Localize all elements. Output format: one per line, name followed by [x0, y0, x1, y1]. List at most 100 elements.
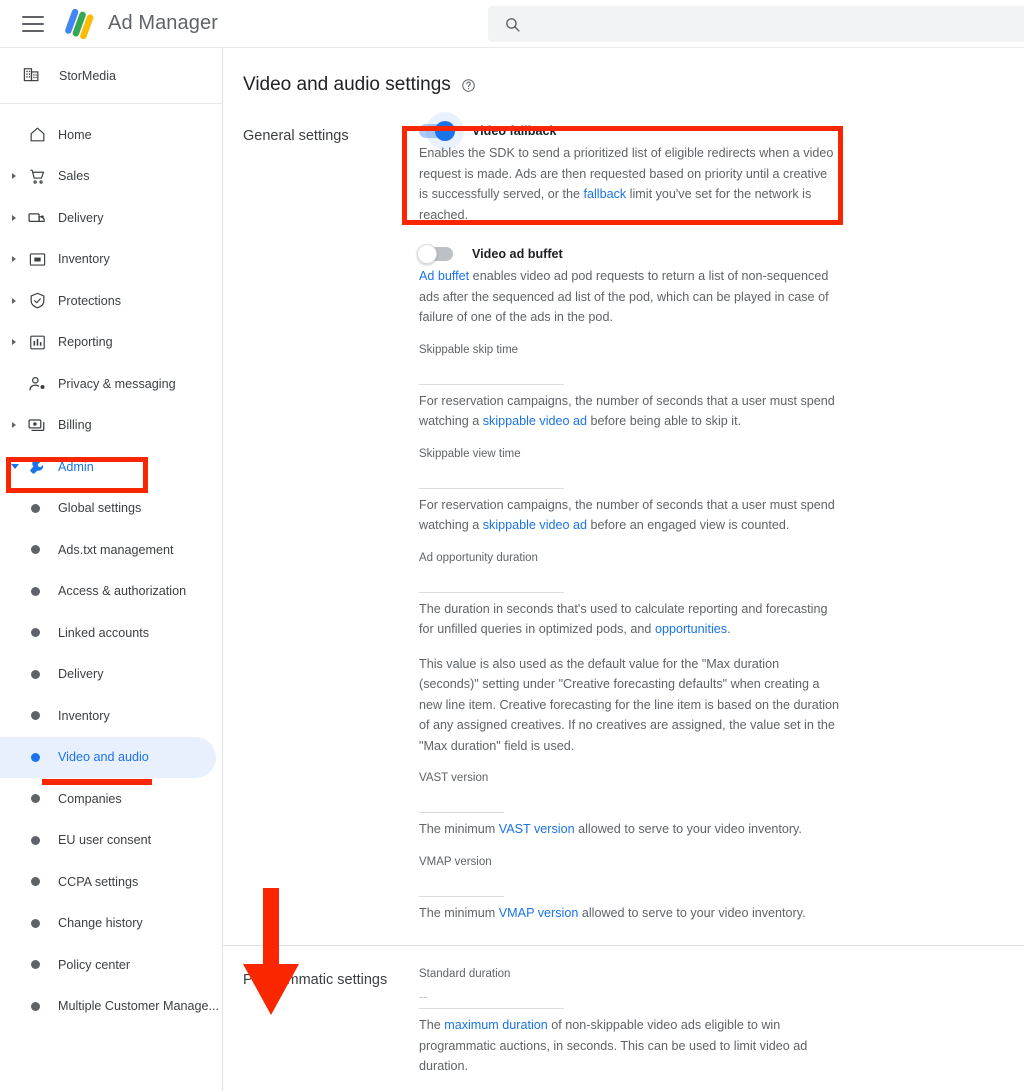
sidebar-subitem-label: Video and audio	[58, 750, 149, 765]
fallback-link[interactable]: fallback	[583, 187, 626, 201]
general-settings-label: General settings	[243, 128, 349, 144]
desc-part1: The	[419, 1018, 445, 1032]
sidebar-subitem-label: Ads.txt management	[58, 542, 174, 557]
sidebar-subitem-delivery[interactable]: Delivery	[0, 654, 222, 696]
bullet-icon	[31, 794, 40, 804]
ad-opportunity-duration-input[interactable]	[419, 568, 564, 593]
sidebar-subitem-label: Inventory	[58, 708, 110, 723]
field-label: Skippable view time	[419, 447, 521, 460]
field-description: The minimum VMAP version allowed to serv…	[419, 903, 839, 924]
vmap-version-link[interactable]: VMAP version	[499, 906, 579, 920]
inventory-icon	[26, 248, 48, 270]
skippable-view-time-input[interactable]	[419, 464, 564, 489]
sidebar-subitem-label: Global settings	[58, 501, 142, 516]
sidebar-subitem-ccpa-settings[interactable]: CCPA settings	[0, 861, 222, 903]
sidebar-subitem-label: Multiple Customer Manage...	[58, 999, 219, 1014]
account-selector[interactable]: StorMedia	[0, 48, 222, 104]
vmap-version-input[interactable]	[419, 872, 504, 897]
skippable-video-ad-link[interactable]: skippable video ad	[483, 414, 587, 428]
video-ad-buffet-toggle[interactable]	[417, 244, 453, 264]
sidebar-item-admin[interactable]: Admin	[0, 446, 222, 488]
opportunities-link[interactable]: opportunities	[655, 622, 727, 636]
bullet-icon	[31, 918, 40, 928]
sidebar-subitem-policy-center[interactable]: Policy center	[0, 944, 222, 986]
sidebar-subitem-change-history[interactable]: Change history	[0, 903, 222, 945]
sidebar-subitem-companies[interactable]: Companies	[0, 778, 222, 820]
field-description: The maximum duration of non-skippable vi…	[419, 1015, 839, 1077]
app-title: Ad Manager	[108, 12, 218, 34]
sidebar-item-sales[interactable]: Sales	[0, 156, 222, 198]
sidebar-subitem-inventory[interactable]: Inventory	[0, 695, 222, 737]
sidebar-subitem-global-settings[interactable]: Global settings	[0, 488, 222, 530]
sidebar: StorMedia Home Sales Delivery Inventory …	[0, 48, 223, 1091]
bullet-icon	[31, 1001, 40, 1011]
video-fallback-toggle[interactable]	[419, 121, 455, 141]
standard-duration-field: Standard duration The maximum duration o…	[419, 968, 1004, 1077]
maximum-duration-link[interactable]: maximum duration	[444, 1018, 548, 1032]
sidebar-item-label: Reporting	[58, 335, 113, 350]
chevron-down-icon	[11, 464, 19, 470]
desc-part1: The minimum	[419, 905, 499, 920]
sidebar-subitem-multiple-customer-management[interactable]: Multiple Customer Manage...	[0, 986, 222, 1028]
video-ad-buffet-label: Video ad buffet	[472, 247, 563, 261]
video-fallback-toggle-row[interactable]: Video fallback	[419, 121, 1004, 141]
sidebar-item-reporting[interactable]: Reporting	[0, 322, 222, 364]
ad-manager-logo	[62, 8, 96, 39]
vast-version-field: VAST version The minimum VAST version al…	[419, 772, 1004, 840]
hamburger-menu-icon[interactable]	[22, 15, 44, 32]
sidebar-item-label: Admin	[58, 459, 94, 474]
desc-part2: before being able to skip it.	[587, 414, 742, 428]
sidebar-subitem-ads-txt-management[interactable]: Ads.txt management	[0, 529, 222, 571]
desc-part2: .	[727, 622, 731, 636]
sidebar-subitem-eu-user-consent[interactable]: EU user consent	[0, 820, 222, 862]
ad-buffet-link[interactable]: Ad buffet	[419, 269, 469, 283]
vast-version-input[interactable]	[419, 789, 504, 813]
sidebar-item-label: Delivery	[58, 210, 104, 225]
chevron-right-icon	[12, 297, 16, 304]
bullet-icon	[31, 545, 40, 555]
sidebar-item-label: Billing	[58, 418, 92, 433]
skippable-video-ad-link[interactable]: skippable video ad	[483, 518, 587, 532]
building-icon	[22, 64, 41, 88]
video-fallback-description: Enables the SDK to send a prioritized li…	[419, 143, 839, 225]
chevron-right-icon	[12, 422, 16, 429]
search-icon	[504, 16, 521, 33]
field-description: The duration in seconds that's used to c…	[419, 599, 839, 640]
bullet-icon	[31, 877, 40, 887]
bullet-icon	[31, 752, 40, 762]
sidebar-subitem-label: Access & authorization	[58, 584, 187, 599]
search-bar[interactable]	[488, 6, 1024, 42]
chevron-right-icon	[12, 214, 16, 221]
sidebar-subitem-linked-accounts[interactable]: Linked accounts	[0, 612, 222, 654]
video-ad-buffet-toggle-row[interactable]: Video ad buffet	[417, 244, 1004, 264]
programmatic-settings-section: Programmatic settings Standard duration …	[223, 946, 1024, 1091]
sidebar-item-delivery[interactable]: Delivery	[0, 197, 222, 239]
shield-check-icon	[26, 290, 48, 312]
sidebar-item-protections[interactable]: Protections	[0, 280, 222, 322]
field-label: Skippable skip time	[419, 343, 519, 356]
bullet-icon	[31, 669, 40, 679]
standard-duration-input[interactable]	[419, 985, 564, 1009]
sidebar-item-label: Inventory	[58, 252, 110, 267]
vast-version-link[interactable]: VAST version	[499, 822, 575, 836]
skippable-skip-time-input[interactable]	[419, 360, 564, 385]
bullet-icon	[31, 835, 40, 845]
help-circle-icon[interactable]	[461, 78, 476, 93]
desc-part2: allowed to serve to your video inventory…	[574, 822, 802, 836]
bullet-icon	[31, 711, 40, 721]
vmap-version-field: VMAP version The minimum VMAP version al…	[419, 856, 1004, 924]
sidebar-item-home[interactable]: Home	[0, 114, 222, 156]
sidebar-item-inventory[interactable]: Inventory	[0, 239, 222, 281]
sidebar-subitem-label: Policy center	[58, 957, 131, 972]
desc-part2: before an engaged view is counted.	[587, 518, 790, 532]
chevron-right-icon	[12, 173, 16, 180]
search-input[interactable]	[531, 16, 1024, 32]
sidebar-item-privacy-messaging[interactable]: Privacy & messaging	[0, 363, 222, 405]
sidebar-item-billing[interactable]: Billing	[0, 405, 222, 447]
sidebar-subitem-label: CCPA settings	[58, 874, 139, 889]
sidebar-item-label: Protections	[58, 293, 121, 308]
video-ad-buffet-description: Ad buffet enables video ad pod requests …	[419, 266, 839, 328]
sidebar-subitem-video-and-audio[interactable]: Video and audio	[0, 736, 216, 778]
chevron-right-icon	[12, 256, 16, 263]
sidebar-subitem-access-authorization[interactable]: Access & authorization	[0, 571, 222, 613]
